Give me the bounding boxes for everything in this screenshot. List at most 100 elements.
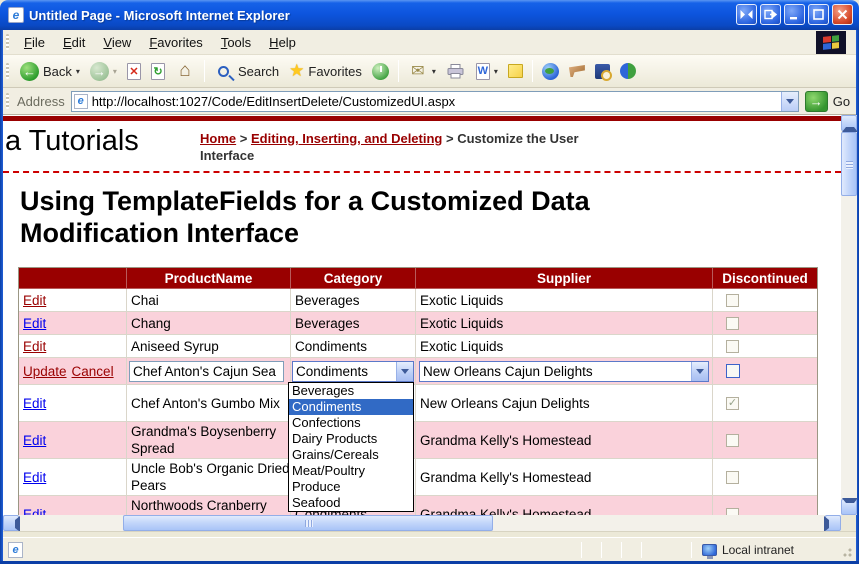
menu-file[interactable]: File (15, 32, 54, 53)
discontinued-checkbox-checked: ✓ (726, 397, 739, 410)
favorites-button[interactable]: ★ Favorites (284, 59, 367, 83)
dropdown-option[interactable]: Dairy Products (289, 431, 413, 447)
product-name: Chef Anton's Gumbo Mix (131, 395, 280, 412)
page-title: Using TemplateFields for a Customized Da… (20, 185, 600, 249)
discontinued-checkbox[interactable] (726, 364, 740, 378)
category-dropdown[interactable]: Condiments (292, 361, 414, 382)
edit-link[interactable]: Edit (23, 338, 46, 355)
research-button[interactable] (590, 62, 615, 81)
menu-view[interactable]: View (94, 32, 140, 53)
toolbar-separator (398, 60, 399, 82)
table-edit-row: Update Cancel Condiments New Orleans Caj… (19, 358, 817, 385)
edit-link[interactable]: Edit (23, 506, 46, 516)
product-name: Uncle Bob's Organic Dried Pears (131, 460, 290, 494)
pop-out-button[interactable] (760, 4, 781, 25)
dropdown-option[interactable]: Confections (289, 415, 413, 431)
mail-dropdown-icon[interactable]: ▾ (432, 67, 436, 76)
dropdown-option-selected[interactable]: Condiments (289, 399, 413, 415)
status-separator (621, 542, 622, 558)
category-dropdown-list[interactable]: Beverages Condiments Confections Dairy P… (288, 382, 414, 512)
product-name-input[interactable] (129, 361, 284, 382)
go-label[interactable]: Go (833, 94, 850, 109)
supplier: Grandma Kelly's Homestead (420, 506, 591, 516)
menu-edit[interactable]: Edit (54, 32, 94, 53)
edit-link[interactable]: Edit (23, 432, 46, 449)
scroll-down-button[interactable] (841, 499, 857, 515)
edit-dropdown-icon[interactable]: ▾ (494, 67, 498, 76)
address-input[interactable]: e http://localhost:1027/Code/EditInsertD… (71, 91, 799, 112)
category-selected-value: Condiments (293, 363, 396, 380)
edit-with-word-button[interactable]: W ▾ (471, 61, 503, 82)
resize-grip[interactable] (840, 545, 852, 557)
minimize-button[interactable] (784, 4, 805, 25)
cancel-link[interactable]: Cancel (72, 363, 114, 380)
edit-link[interactable]: Edit (23, 395, 46, 412)
top-rule (3, 116, 841, 121)
scroll-left-button[interactable] (3, 515, 19, 531)
address-url[interactable]: http://localhost:1027/Code/EditInsertDel… (92, 94, 781, 109)
discontinued-checkbox (726, 340, 739, 353)
back-dropdown-icon[interactable]: ▾ (76, 67, 80, 76)
status-separator (581, 542, 582, 558)
status-page-icon: e (8, 542, 23, 558)
chevron-down-icon[interactable] (691, 362, 708, 381)
status-bar: e Local intranet (3, 537, 856, 561)
history-button[interactable] (367, 61, 394, 82)
back-icon: ← (20, 62, 39, 81)
home-icon: ⌂ (175, 61, 195, 81)
maximize-button[interactable] (808, 4, 829, 25)
menu-grip (6, 34, 9, 50)
dropdown-option[interactable]: Beverages (289, 383, 413, 399)
close-button[interactable] (832, 4, 853, 25)
discuss-button[interactable] (503, 62, 528, 80)
scroll-up-button[interactable] (841, 115, 857, 131)
edit-link[interactable]: Edit (23, 469, 46, 486)
edit-link[interactable]: Edit (23, 315, 46, 332)
stop-icon: ✕ (127, 63, 141, 80)
address-dropdown-button[interactable] (781, 92, 798, 111)
status-separator (601, 542, 602, 558)
supplier-dropdown[interactable]: New Orleans Cajun Delights (419, 361, 709, 382)
dropdown-option[interactable]: Meat/Poultry (289, 463, 413, 479)
address-bar: Address e http://localhost:1027/Code/Edi… (3, 88, 856, 115)
dropdown-option[interactable]: Grains/Cereals (289, 447, 413, 463)
back-button[interactable]: ← Back ▾ (15, 60, 85, 83)
chevron-down-icon[interactable] (396, 362, 413, 381)
scroll-right-button[interactable] (825, 515, 841, 531)
messenger-button[interactable] (615, 61, 641, 81)
mail-button[interactable]: ✉ ▾ (403, 59, 441, 83)
forward-button[interactable]: → ▾ (85, 60, 122, 83)
horizontal-scroll-thumb[interactable] (123, 515, 493, 531)
breadcrumb-home-link[interactable]: Home (200, 131, 236, 146)
breadcrumb-section-link[interactable]: Editing, Inserting, and Deleting (251, 131, 442, 146)
dropdown-option[interactable]: Produce (289, 479, 413, 495)
shoe-tool-button[interactable] (564, 63, 590, 79)
dropdown-option[interactable]: Seafood (289, 495, 413, 511)
discontinued-checkbox (726, 294, 739, 307)
table-row: Edit Grandma's Boysenberry Spread Grandm… (19, 422, 817, 459)
menu-favorites[interactable]: Favorites (140, 32, 211, 53)
go-button[interactable]: → (805, 91, 828, 112)
header-actions (19, 268, 127, 289)
edit-link[interactable]: Edit (23, 292, 46, 309)
stop-button[interactable]: ✕ (122, 61, 146, 82)
status-separator (691, 542, 692, 558)
search-button[interactable]: Search (209, 59, 284, 83)
web-edit-button[interactable] (537, 61, 564, 82)
breadcrumb-separator: > (240, 131, 248, 146)
resize-width-button[interactable] (736, 4, 757, 25)
category: Beverages (295, 315, 360, 332)
discontinued-checkbox (726, 434, 739, 447)
menu-help[interactable]: Help (260, 32, 305, 53)
update-link[interactable]: Update (23, 363, 67, 380)
header-discontinued: Discontinued (713, 268, 817, 289)
home-button[interactable]: ⌂ (170, 59, 200, 83)
refresh-button[interactable]: ↻ (146, 61, 170, 82)
menu-tools[interactable]: Tools (212, 32, 260, 53)
vertical-scrollbar[interactable] (841, 115, 857, 515)
product-name: Chang (131, 315, 171, 332)
horizontal-scrollbar[interactable] (3, 515, 841, 531)
windows-logo-throbber (816, 31, 846, 54)
vertical-scroll-thumb[interactable] (841, 132, 857, 196)
print-button[interactable] (441, 59, 471, 83)
